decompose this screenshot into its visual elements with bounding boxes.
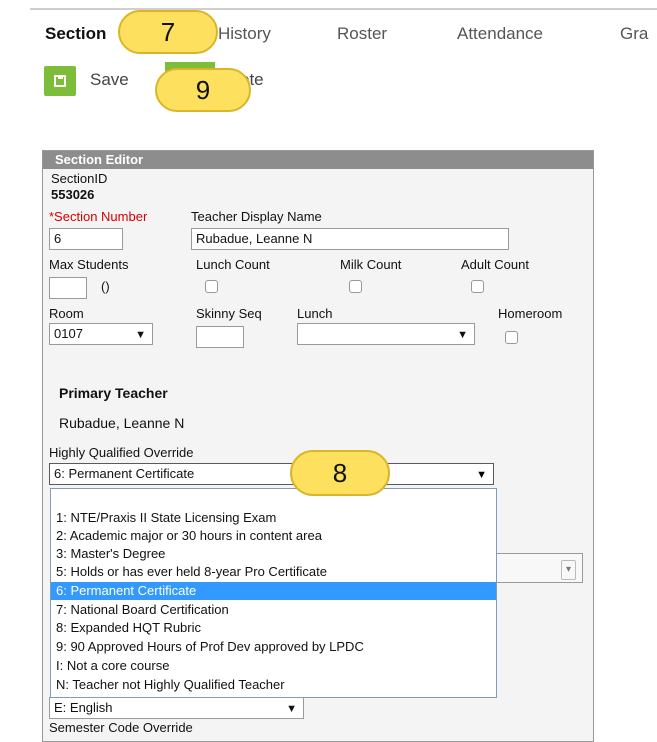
lunch-label: Lunch bbox=[297, 306, 333, 321]
hq-options-list: 1: NTE/Praxis II State Licensing Exam 2:… bbox=[50, 488, 497, 698]
tab-history[interactable]: History bbox=[218, 24, 271, 44]
section-id-value: 553026 bbox=[51, 187, 95, 202]
primary-teacher-name: Rubadue, Leanne N bbox=[59, 415, 185, 431]
obscured-select[interactable]: ▾ bbox=[483, 553, 583, 583]
tab-attendance[interactable]: Attendance bbox=[457, 24, 543, 44]
language-select[interactable]: E: English ▼ bbox=[49, 697, 304, 719]
chevron-down-icon: ▼ bbox=[135, 329, 146, 341]
skinny-seq-input[interactable] bbox=[196, 326, 244, 348]
list-item[interactable]: I: Not a core course bbox=[51, 657, 496, 675]
adult-count-label: Adult Count bbox=[461, 257, 529, 272]
list-item[interactable]: 9: 90 Approved Hours of Prof Dev approve… bbox=[51, 638, 496, 656]
list-item-selected[interactable]: 6: Permanent Certificate bbox=[51, 582, 496, 600]
list-item[interactable]: 5: Holds or has ever held 8-year Pro Cer… bbox=[51, 563, 496, 581]
adult-count-checkbox[interactable] bbox=[471, 280, 484, 293]
homeroom-label: Homeroom bbox=[498, 306, 563, 321]
lunch-count-checkbox[interactable] bbox=[205, 280, 218, 293]
chevron-down-icon: ▾ bbox=[560, 560, 576, 580]
homeroom-checkbox[interactable] bbox=[505, 331, 518, 344]
section-id-label: SectionID bbox=[51, 171, 108, 186]
save-icon[interactable] bbox=[44, 66, 76, 96]
list-item[interactable]: 3: Master's Degree bbox=[51, 545, 496, 563]
save-button[interactable]: Save bbox=[90, 70, 129, 90]
list-item[interactable]: 8: Expanded HQT Rubric bbox=[51, 619, 496, 637]
callout-8: 8 bbox=[290, 450, 390, 496]
list-item[interactable]: N: Teacher not Highly Qualified Teacher bbox=[51, 676, 496, 694]
milk-count-label: Milk Count bbox=[340, 257, 402, 272]
language-select-value: E: English bbox=[54, 700, 113, 715]
skinny-seq-label: Skinny Seq bbox=[196, 306, 262, 321]
room-select[interactable]: 0107 ▼ bbox=[49, 323, 153, 345]
list-item[interactable]: 1: NTE/Praxis II State Licensing Exam bbox=[51, 509, 496, 527]
teacher-display-label: Teacher Display Name bbox=[191, 209, 322, 224]
hq-override-label: Highly Qualified Override bbox=[49, 445, 194, 460]
section-number-input[interactable]: 6 bbox=[49, 228, 123, 250]
callout-7: 7 bbox=[118, 10, 218, 54]
lunch-select[interactable]: ▼ bbox=[297, 323, 475, 345]
list-item[interactable]: 2: Academic major or 30 hours in content… bbox=[51, 527, 496, 545]
primary-teacher-heading: Primary Teacher bbox=[59, 385, 168, 401]
callout-9: 9 bbox=[155, 68, 251, 112]
chevron-down-icon: ▼ bbox=[457, 329, 468, 341]
semester-override-label: Semester Code Override bbox=[49, 720, 193, 735]
tab-section[interactable]: Section bbox=[45, 24, 106, 44]
hq-override-value: 6: Permanent Certificate bbox=[54, 466, 195, 481]
tab-grades[interactable]: Gra bbox=[620, 24, 648, 44]
section-number-label: *Section Number bbox=[49, 209, 148, 224]
milk-count-checkbox[interactable] bbox=[349, 280, 362, 293]
max-students-label: Max Students bbox=[49, 257, 129, 272]
chevron-down-icon: ▼ bbox=[286, 703, 297, 715]
teacher-display-input[interactable]: Rubadue, Leanne N bbox=[191, 228, 509, 250]
room-label: Room bbox=[49, 306, 84, 321]
section-editor-title: Section Editor bbox=[43, 151, 593, 169]
list-item[interactable]: 7: National Board Certification bbox=[51, 601, 496, 619]
tab-roster[interactable]: Roster bbox=[337, 24, 387, 44]
lunch-count-label: Lunch Count bbox=[196, 257, 270, 272]
max-students-input[interactable] bbox=[49, 277, 87, 299]
max-students-extra: () bbox=[101, 279, 110, 294]
hq-override-select[interactable]: 6: Permanent Certificate ▼ bbox=[49, 463, 494, 485]
room-select-value: 0107 bbox=[54, 326, 83, 341]
chevron-down-icon: ▼ bbox=[476, 469, 487, 481]
